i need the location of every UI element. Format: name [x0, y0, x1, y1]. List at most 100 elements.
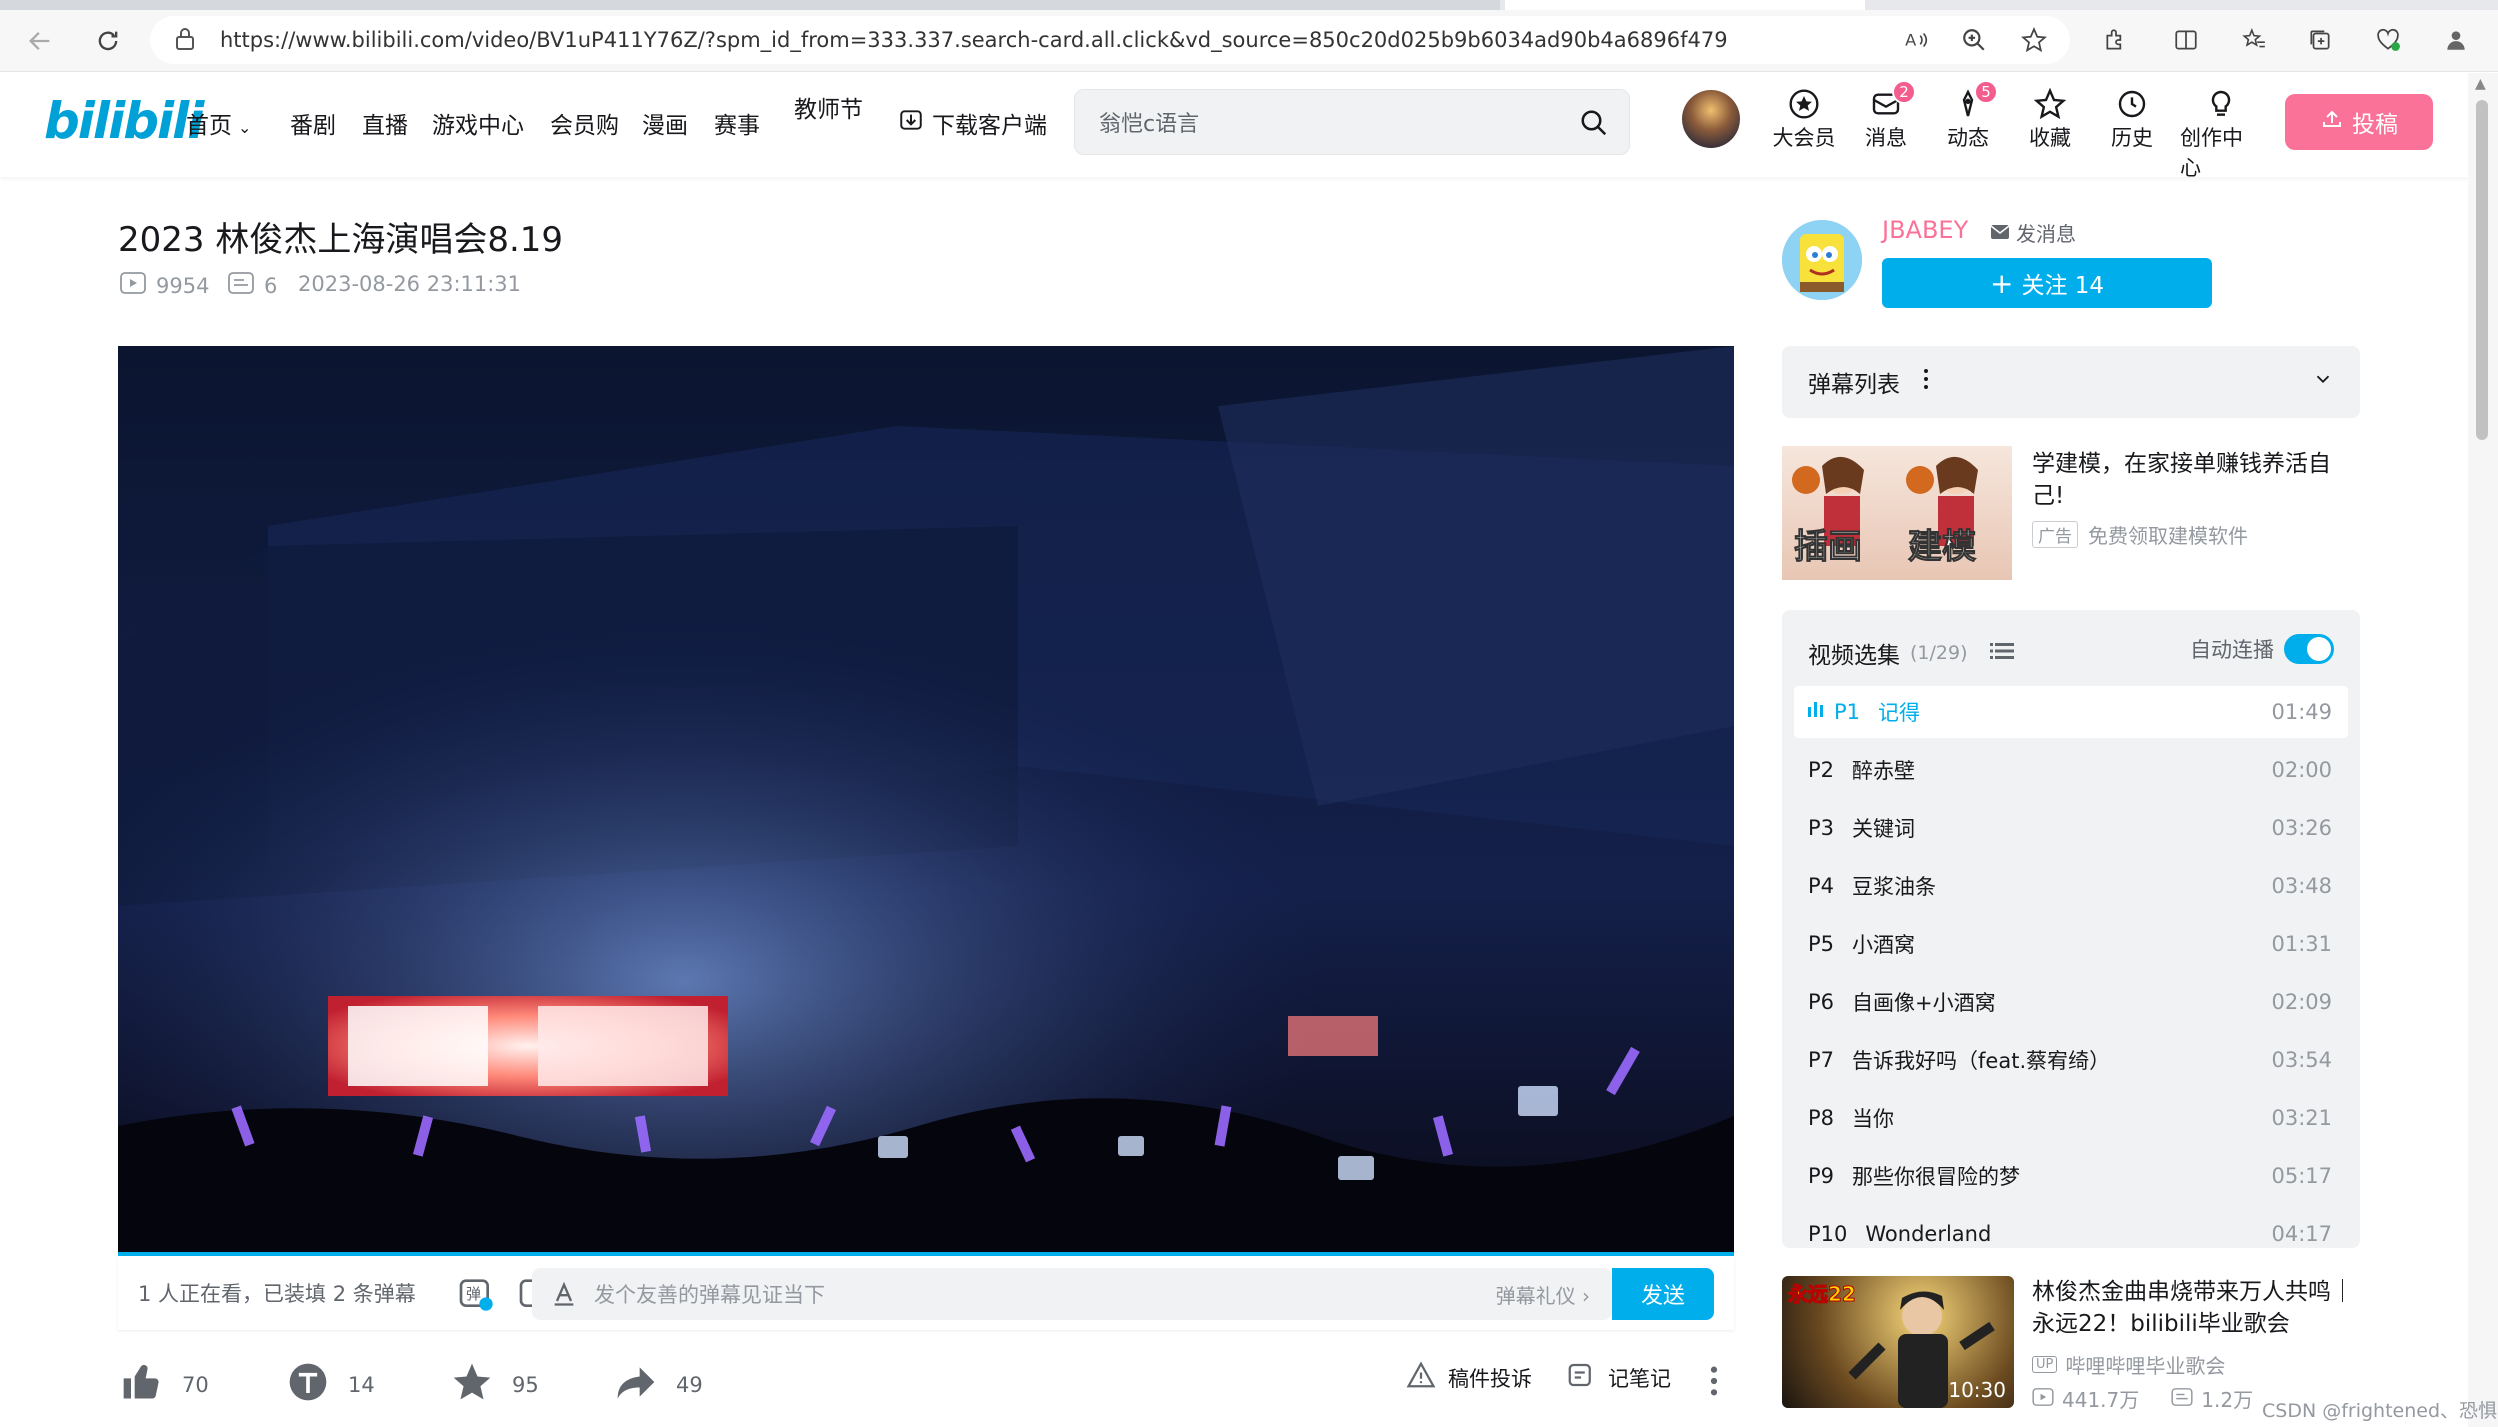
- back-icon[interactable]: [16, 17, 64, 65]
- danmaku-toggle-icon[interactable]: 弹: [456, 1274, 496, 1318]
- upload-button[interactable]: 投稿: [2285, 94, 2433, 150]
- autoplay-toggle[interactable]: 自动连播: [2190, 634, 2334, 664]
- playlist-item[interactable]: P10 Wonderland 04:17: [1794, 1208, 2348, 1248]
- nav-game-center[interactable]: 游戏中心: [432, 106, 524, 140]
- video-player[interactable]: [118, 346, 1734, 1254]
- header-favorites[interactable]: 收藏: [2015, 86, 2085, 152]
- episode-name: 告诉我好吗（feat.蔡宥绮）: [1852, 1049, 2111, 1073]
- danmaku-etiquette-link[interactable]: 弹幕礼仪 ›: [1496, 1280, 1590, 1309]
- more-icon[interactable]: [1702, 1364, 1726, 1402]
- nav-manga[interactable]: 漫画: [642, 106, 688, 140]
- favorites-label: 收藏: [2029, 126, 2071, 150]
- playlist-item[interactable]: P7 告诉我好吗（feat.蔡宥绮） 03:54: [1794, 1034, 2348, 1086]
- favorites-list-icon[interactable]: [2236, 22, 2272, 58]
- chevron-down-icon[interactable]: [2312, 368, 2334, 396]
- browser-tab-active[interactable]: [1505, 0, 1865, 10]
- recommended-video-card[interactable]: 永远22 10:30 林俊杰金曲串烧带来万人共鸣｜永远22！bilibili毕业…: [1782, 1276, 2360, 1416]
- favorite-button[interactable]: 95: [450, 1360, 539, 1409]
- nav-esports[interactable]: 赛事: [714, 106, 760, 140]
- profile-icon[interactable]: [2438, 22, 2474, 58]
- playlist-item[interactable]: P5 小酒窝 01:31: [1794, 918, 2348, 970]
- report-button[interactable]: 稿件投诉: [1406, 1360, 1532, 1395]
- search-input[interactable]: 翁恺c语言: [1074, 89, 1630, 155]
- send-message-link[interactable]: 发消息: [1990, 218, 2076, 247]
- uploader-avatar[interactable]: [1782, 220, 1862, 300]
- avatar[interactable]: [1682, 90, 1740, 148]
- thumbnail-badge: 永远22: [1788, 1282, 1857, 1307]
- nav-shop[interactable]: 会员购: [550, 106, 619, 140]
- notes-icon: [1566, 1360, 1596, 1395]
- playlist-item[interactable]: P2 醉赤壁 02:00: [1794, 744, 2348, 796]
- playlist-item[interactable]: P1 记得 01:49: [1794, 686, 2348, 738]
- browser-tab-inactive[interactable]: [0, 0, 1500, 10]
- recommended-danmaku: 1.2万: [2201, 1388, 2254, 1412]
- header-creator-center[interactable]: 创作中心: [2180, 86, 2262, 182]
- bilibili-logo[interactable]: bilibili: [44, 92, 204, 150]
- playlist-item[interactable]: P4 豆浆油条 03:48: [1794, 860, 2348, 912]
- playlist-item[interactable]: P6 自画像+小酒窝 02:09: [1794, 976, 2348, 1028]
- playlist-item[interactable]: P3 关键词 03:26: [1794, 802, 2348, 854]
- collections-icon[interactable]: [2302, 22, 2338, 58]
- uploader-name[interactable]: JBABEY: [1882, 216, 1968, 244]
- scroll-up-icon[interactable]: ▲: [2475, 76, 2486, 92]
- nav-live[interactable]: 直播: [362, 106, 408, 140]
- nav-home[interactable]: 首页 ⌄: [186, 106, 251, 140]
- favorite-star-icon[interactable]: [2016, 22, 2052, 58]
- video-danmaku-count: 6: [228, 272, 277, 299]
- upload-icon: [2320, 107, 2344, 137]
- extensions-icon[interactable]: [2098, 22, 2134, 58]
- send-danmaku-button[interactable]: 发送: [1612, 1268, 1714, 1320]
- star-icon: [2032, 86, 2068, 122]
- zoom-icon[interactable]: [1956, 22, 1992, 58]
- nav-download-client[interactable]: 下载客户端: [898, 106, 1047, 140]
- recommended-title[interactable]: 林俊杰金曲串烧带来万人共鸣｜永远22！bilibili毕业歌会: [2032, 1276, 2360, 1340]
- ad-title[interactable]: 学建模，在家接单赚钱养活自己!: [2032, 448, 2360, 512]
- share-button[interactable]: 49: [614, 1360, 703, 1409]
- chevron-right-icon: ›: [1582, 1283, 1590, 1308]
- play-count-icon: [2032, 1387, 2054, 1411]
- scrollbar-thumb[interactable]: [2476, 100, 2488, 440]
- header-vip[interactable]: 大会员: [1769, 86, 1839, 152]
- text-style-icon[interactable]: [550, 1280, 578, 1313]
- heart-pulse-icon[interactable]: [2370, 22, 2406, 58]
- address-bar[interactable]: https://www.bilibili.com/video/BV1uP411Y…: [150, 16, 2070, 64]
- danmaku-input[interactable]: 发个友善的弹幕见证当下 弹幕礼仪 ›: [532, 1268, 1612, 1320]
- like-button[interactable]: 70: [120, 1360, 209, 1409]
- coin-count: 14: [348, 1372, 375, 1397]
- read-aloud-icon[interactable]: A: [1898, 22, 1934, 58]
- episode-name: 豆浆油条: [1852, 875, 1937, 899]
- episode-number: P10: [1808, 1222, 1848, 1246]
- nav-teachers-day[interactable]: 教师节: [794, 90, 863, 124]
- up-tag-icon: UP: [2032, 1356, 2058, 1373]
- split-screen-icon[interactable]: [2168, 22, 2204, 58]
- follow-button[interactable]: + 关注 14: [1882, 258, 2212, 308]
- views-count: 9954: [156, 273, 210, 298]
- episode-duration: 05:17: [2271, 1164, 2332, 1188]
- danmaku-list-panel[interactable]: 弹幕列表: [1782, 346, 2360, 418]
- ad-card[interactable]: 插画 建模 学建模，在家接单赚钱养活自己! 广告 免费领取建模软件: [1782, 446, 2360, 582]
- recommended-uploader[interactable]: UP 哔哩哔哩毕业歌会: [2032, 1350, 2225, 1379]
- playlist-item[interactable]: P9 那些你很冒险的梦 05:17: [1794, 1150, 2348, 1202]
- header-history[interactable]: 历史: [2097, 86, 2167, 152]
- toggle-switch[interactable]: [2284, 634, 2334, 664]
- list-view-icon[interactable]: [1989, 641, 2014, 665]
- episode-name: 记得: [1878, 701, 1921, 725]
- reload-icon[interactable]: [84, 17, 132, 65]
- playlist-item[interactable]: P8 当你 03:21: [1794, 1092, 2348, 1144]
- ad-meta: 广告 免费领取建模软件: [2032, 520, 2248, 549]
- header-dynamic[interactable]: 5 动态: [1933, 80, 2003, 152]
- danmaku-placeholder: 发个友善的弹幕见证当下: [594, 1283, 825, 1307]
- header-messages[interactable]: 2 消息: [1851, 80, 1921, 152]
- playlist-panel: 视频选集 (1/29) 自动连播 P1 记得 01:49 P2 醉赤壁 02:0…: [1782, 610, 2360, 1248]
- dynamic-badge: 5: [1974, 80, 1998, 104]
- search-icon[interactable]: [1579, 108, 1609, 144]
- episode-name: 那些你很冒险的梦: [1852, 1165, 2021, 1189]
- notes-button[interactable]: 记笔记: [1566, 1360, 1671, 1395]
- mail-icon: [1990, 221, 2010, 245]
- message-badge: 2: [1892, 80, 1916, 104]
- nav-bangumi[interactable]: 番剧: [290, 106, 336, 140]
- svg-text:弹: 弹: [466, 1285, 481, 1303]
- kebab-icon[interactable]: [1922, 367, 1930, 397]
- danmaku-count: 6: [264, 273, 278, 298]
- coin-button[interactable]: 14: [286, 1360, 375, 1409]
